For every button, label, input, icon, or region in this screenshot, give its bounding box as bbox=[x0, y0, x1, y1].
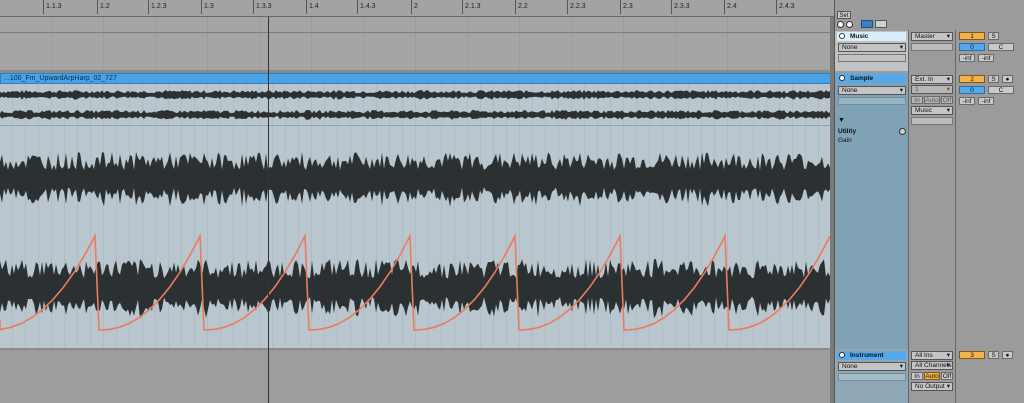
clip-divider bbox=[0, 125, 830, 126]
chain-select[interactable] bbox=[838, 54, 906, 62]
track-name: Sample bbox=[850, 75, 874, 82]
track-name: Instrument bbox=[850, 352, 884, 359]
waveform-left-channel bbox=[0, 152, 830, 207]
ruler-tick: 1.3.3 bbox=[253, 0, 272, 14]
fold-icon[interactable] bbox=[839, 33, 845, 39]
ruler-tick: 1.4 bbox=[306, 0, 319, 14]
device-toggle-icon[interactable] bbox=[899, 128, 906, 135]
ruler-tick: 2.3 bbox=[620, 0, 633, 14]
peak-left: -inf bbox=[959, 54, 975, 62]
volume-field[interactable]: 0 bbox=[959, 43, 985, 51]
ruler-tick: 2.1.3 bbox=[462, 0, 481, 14]
track-activator[interactable]: 2 bbox=[959, 75, 985, 83]
ruler-tick: 1.3 bbox=[201, 0, 214, 14]
ruler-tick: 2.3.3 bbox=[671, 0, 690, 14]
monitor-off[interactable]: Off bbox=[941, 96, 953, 104]
peak-right: -inf bbox=[978, 54, 994, 62]
output-select[interactable]: Master bbox=[911, 32, 953, 41]
ruler-tick: 1.4.3 bbox=[357, 0, 376, 14]
fold-icon[interactable] bbox=[839, 352, 845, 358]
input-select[interactable]: None bbox=[838, 86, 906, 95]
output-channel[interactable] bbox=[911, 117, 953, 125]
ruler-tick: 1.2.3 bbox=[148, 0, 167, 14]
ruler-tick: 2.4 bbox=[724, 0, 737, 14]
mini-waveform-right bbox=[0, 110, 830, 120]
input-channel-select[interactable]: 1 bbox=[911, 85, 953, 94]
arm-button[interactable]: ● bbox=[1002, 351, 1013, 359]
fold-icon[interactable] bbox=[839, 75, 845, 81]
solo-button[interactable]: S bbox=[988, 32, 999, 40]
music-track-header[interactable]: Music None bbox=[835, 31, 908, 71]
column-divider bbox=[908, 30, 909, 403]
instrument-track-lane[interactable] bbox=[0, 350, 834, 403]
ruler-tick: 1.1.3 bbox=[43, 0, 62, 14]
ruler-tick: 2.4.3 bbox=[776, 0, 795, 14]
radio-icon[interactable] bbox=[837, 21, 844, 28]
playhead-line[interactable] bbox=[268, 17, 269, 403]
arm-button[interactable]: ● bbox=[1002, 75, 1013, 83]
ruler-tick: 2 bbox=[411, 0, 418, 14]
monitor-off[interactable]: Off bbox=[941, 372, 953, 380]
lane-divider bbox=[0, 32, 834, 33]
track-activator[interactable]: 1 bbox=[959, 32, 985, 40]
mini-waveform-left bbox=[0, 90, 830, 100]
sample-track-header[interactable]: Sample None ▼ Utility Gain bbox=[835, 73, 908, 348]
waveform-right-channel bbox=[0, 259, 830, 319]
instrument-track-header[interactable]: Instrument None bbox=[835, 350, 908, 403]
chain-select[interactable] bbox=[838, 373, 906, 381]
monitor-in[interactable]: In bbox=[911, 96, 923, 104]
input-type-select[interactable]: All Ins bbox=[911, 351, 953, 360]
ruler-tick: 2.2 bbox=[515, 0, 528, 14]
sample-track-title[interactable]: Sample bbox=[837, 74, 906, 83]
output-channel[interactable] bbox=[911, 43, 953, 51]
device-name: Utility bbox=[838, 128, 857, 135]
music-track-title[interactable]: Music bbox=[837, 32, 906, 41]
clip-waveform bbox=[0, 90, 830, 332]
music-track-lane[interactable] bbox=[0, 17, 834, 70]
ruler-tick: 2.2.3 bbox=[567, 0, 586, 14]
output-select[interactable]: No Output bbox=[911, 382, 953, 391]
instrument-track-title[interactable]: Instrument bbox=[837, 351, 906, 360]
solo-button[interactable]: S bbox=[988, 351, 999, 359]
monitor-auto[interactable]: Auto bbox=[924, 372, 940, 380]
io-toggle-icon[interactable] bbox=[861, 20, 873, 28]
input-select[interactable]: None bbox=[838, 43, 906, 52]
input-type-select[interactable]: Ext. In bbox=[911, 75, 953, 84]
monitor-auto[interactable]: Auto bbox=[924, 96, 940, 104]
solo-button[interactable]: S bbox=[988, 75, 999, 83]
clip-name: ...100_Fm_UpwardArpHarp_02_727 bbox=[4, 75, 117, 82]
track-name: Music bbox=[850, 33, 869, 40]
device-param: Gain bbox=[838, 137, 852, 144]
chain-select[interactable] bbox=[838, 97, 906, 105]
pan-field[interactable]: C bbox=[988, 43, 1014, 51]
pan-field[interactable]: C bbox=[988, 86, 1014, 94]
track-activator[interactable]: 3 bbox=[959, 351, 985, 359]
sends-toggle-icon[interactable] bbox=[875, 20, 887, 28]
set-button[interactable]: Set bbox=[837, 11, 851, 19]
peak-left: -inf bbox=[959, 97, 975, 105]
device-fold-icon[interactable]: ▼ bbox=[838, 117, 846, 125]
output-select[interactable]: Music bbox=[911, 106, 953, 115]
ruler-tick: 1.2 bbox=[97, 0, 110, 14]
audio-clip[interactable] bbox=[0, 84, 830, 348]
peak-right: -inf bbox=[978, 97, 994, 105]
time-ruler[interactable]: 1.1.3 1.2 1.2.3 1.3 1.3.3 1.4 1.4.3 2 2.… bbox=[0, 0, 834, 17]
monitor-in[interactable]: In bbox=[911, 372, 923, 380]
input-channel-select[interactable]: All Channels bbox=[911, 361, 953, 370]
volume-field[interactable]: 0 bbox=[959, 86, 985, 94]
column-divider bbox=[955, 30, 956, 403]
mixer-panel: Set Music None Master 1 S 0 C -inf -inf … bbox=[834, 0, 1024, 403]
input-select[interactable]: None bbox=[838, 362, 906, 371]
radio-icon[interactable] bbox=[846, 21, 853, 28]
clip-title-bar[interactable]: ...100_Fm_UpwardArpHarp_02_727 bbox=[0, 73, 832, 84]
